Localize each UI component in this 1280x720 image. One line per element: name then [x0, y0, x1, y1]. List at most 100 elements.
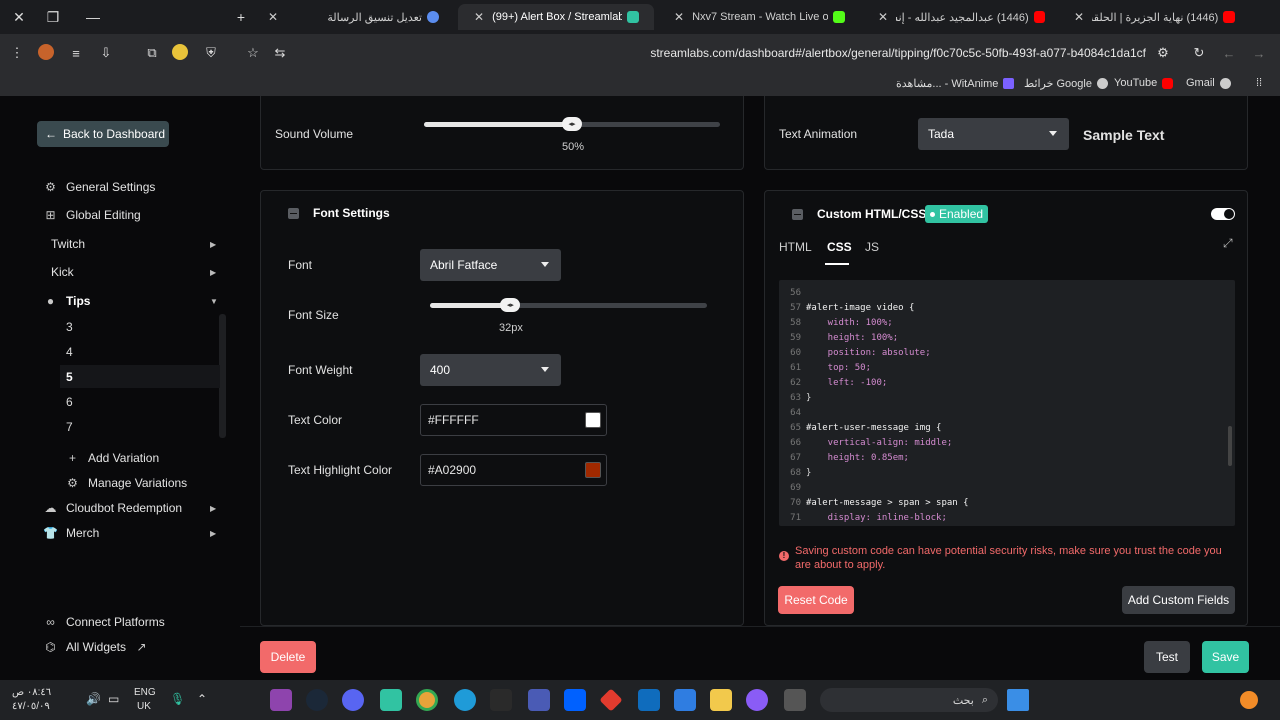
browser-tab[interactable]: ✕ تعديل تنسيق الرسالة	[252, 4, 452, 30]
code-line[interactable]: }	[806, 393, 811, 403]
window-minimize-icon[interactable]: —	[74, 0, 112, 34]
sidebar-item-merch[interactable]: 👕 Merch ▶	[43, 526, 222, 540]
code-line[interactable]: #alert-image video {	[806, 303, 914, 313]
all-widgets-link[interactable]: ⌬ All Widgets ↗	[44, 640, 148, 654]
code-line[interactable]: height: 100%;	[806, 333, 898, 343]
font-weight-select[interactable]: 400	[420, 354, 561, 386]
slider-handle-icon[interactable]: ◂▸	[500, 298, 521, 312]
epic-games-icon[interactable]	[490, 689, 512, 711]
taskbar-search[interactable]: بحث ⌕	[820, 688, 998, 712]
bookmark-witanime[interactable]: مشاهدة... - WitAnime	[896, 77, 1015, 90]
collapse-icon[interactable]	[288, 208, 299, 219]
bookmark-gmail[interactable]: Gmail	[1186, 77, 1231, 89]
code-line[interactable]: width: 100%;	[806, 318, 893, 328]
bookmarks-menu-icon[interactable]: ⁞⁞	[1256, 77, 1262, 89]
translate-icon[interactable]: ⇆	[271, 44, 289, 62]
bookmark-maps[interactable]: خرائط Google	[1024, 77, 1108, 90]
bookmark-star-icon[interactable]: ☆	[244, 44, 262, 62]
outlook-icon[interactable]	[638, 689, 660, 711]
bookmark-youtube[interactable]: YouTube	[1114, 77, 1174, 89]
color-swatch[interactable]	[585, 412, 601, 428]
color-swatch[interactable]	[585, 462, 601, 478]
manage-variations-button[interactable]: ⚙ Manage Variations	[66, 476, 187, 490]
extension-icon[interactable]	[38, 44, 54, 60]
collapse-icon[interactable]	[792, 209, 803, 220]
forward-arrow-icon[interactable]: →	[1250, 44, 1268, 62]
tab-css[interactable]: CSS	[827, 240, 852, 254]
clock-time[interactable]: ٠٨:٤٦ ص	[12, 687, 51, 698]
taskbar-app-icon[interactable]	[528, 689, 550, 711]
browser-tab[interactable]: ✕ Nxv7 Stream - Watch Live on Kick	[658, 4, 858, 30]
font-size-slider[interactable]: ◂▸	[430, 298, 707, 312]
variation-item[interactable]: 4	[66, 345, 73, 359]
notification-icon[interactable]	[1240, 691, 1258, 709]
code-line[interactable]: position: absolute;	[806, 348, 931, 358]
back-arrow-icon[interactable]: ←	[1220, 44, 1238, 62]
code-line[interactable]: #alert-message > span > span {	[806, 498, 969, 508]
sidebar-item-global-editing[interactable]: ⊞ Global Editing	[44, 208, 140, 222]
css-code-editor[interactable]: 56 57 #alert-image video {58 width: 100%; 5…	[779, 280, 1235, 526]
tab-close-icon[interactable]: ✕	[878, 10, 888, 24]
expand-icon[interactable]: ⤢	[1223, 236, 1233, 251]
save-button[interactable]: Save	[1202, 641, 1249, 673]
taskbar-app-icon[interactable]	[270, 689, 292, 711]
tab-js[interactable]: JS	[865, 240, 879, 254]
delete-button[interactable]: Delete	[260, 641, 316, 673]
network-icon[interactable]: ▭	[108, 692, 119, 706]
sidebar-item-twitch[interactable]: Twitch ▶	[51, 237, 221, 251]
reload-icon[interactable]: ↻	[1190, 44, 1208, 62]
speaker-icon[interactable]: 🔊	[86, 692, 101, 706]
store-icon[interactable]	[674, 689, 696, 711]
edge-icon[interactable]	[454, 689, 476, 711]
variation-item[interactable]: 6	[66, 395, 73, 409]
editor-scrollbar[interactable]	[1228, 426, 1232, 466]
file-explorer-icon[interactable]	[710, 689, 732, 711]
slider-handle-icon[interactable]: ◂▸	[562, 117, 582, 131]
variation-item-active[interactable]: 5	[66, 370, 73, 384]
sidebar-item-kick[interactable]: Kick ▶	[51, 265, 221, 279]
window-close-icon[interactable]: ✕	[0, 0, 38, 34]
shield-icon[interactable]: ⛨	[202, 44, 220, 62]
code-line[interactable]: top: 50;	[806, 363, 871, 373]
test-button[interactable]: Test	[1144, 641, 1190, 673]
add-variation-button[interactable]: + Add Variation	[66, 451, 159, 465]
back-to-dashboard-button[interactable]: ← Back to Dashboard	[37, 121, 169, 147]
browser-tab[interactable]: ✕ (1446) نهاية الجزيرة | الحلقة الأخ	[1058, 4, 1248, 30]
dropbox-icon[interactable]	[564, 689, 586, 711]
code-line[interactable]: }	[806, 468, 811, 478]
tab-html[interactable]: HTML	[779, 240, 812, 254]
code-line[interactable]: left: -100;	[806, 378, 888, 388]
site-settings-icon[interactable]: ⚙	[1154, 44, 1172, 62]
browser-tab-active[interactable]: ✕ (99+) Alert Box / Streamlabs	[458, 4, 654, 30]
code-line[interactable]: height: 0.85em;	[806, 453, 909, 463]
code-line[interactable]: vertical-align: middle;	[806, 438, 953, 448]
tab-close-icon[interactable]: ✕	[474, 10, 484, 24]
sidebar-item-general-settings[interactable]: ⚙ General Settings	[44, 180, 155, 194]
clock-date[interactable]: ٤٧/٠٥/٠٩	[12, 701, 50, 712]
add-custom-fields-button[interactable]: Add Custom Fields	[1122, 586, 1235, 614]
text-animation-select[interactable]: Tada	[918, 118, 1069, 150]
text-highlight-color-input[interactable]: #A02900	[420, 454, 607, 486]
microphone-icon[interactable]: 🎙	[170, 692, 185, 706]
streamlabs-icon[interactable]	[380, 689, 402, 711]
code-line[interactable]: #alert-user-message img {	[806, 423, 941, 433]
text-color-input[interactable]: #FFFFFF	[420, 404, 607, 436]
region-indicator[interactable]: UK	[137, 701, 151, 712]
code-line[interactable]: display: inline-block;	[806, 513, 947, 523]
sound-volume-slider[interactable]: ◂▸	[424, 117, 720, 131]
copilot-icon[interactable]	[746, 689, 768, 711]
playlist-icon[interactable]: ≡	[67, 44, 85, 62]
tab-close-icon[interactable]: ✕	[1074, 10, 1084, 24]
variation-item[interactable]: 3	[66, 320, 73, 334]
language-indicator[interactable]: ENG	[134, 687, 156, 698]
custom-code-toggle[interactable]	[1211, 208, 1235, 220]
sidebar-item-tips[interactable]: ● Tips ▼	[44, 294, 222, 308]
steam-icon[interactable]	[306, 689, 328, 711]
discord-icon[interactable]	[342, 689, 364, 711]
sidebar-item-cloudbot[interactable]: ☁ Cloudbot Redemption ▶	[44, 501, 222, 515]
browser-tab[interactable]: ✕ (1446) عبدالمجيد عبدالله - إنسان	[862, 4, 1058, 30]
download-icon[interactable]: ⇩	[97, 44, 115, 62]
connect-platforms-link[interactable]: ∞ Connect Platforms	[44, 615, 165, 629]
reset-code-button[interactable]: Reset Code	[778, 586, 854, 614]
task-view-icon[interactable]	[784, 689, 806, 711]
